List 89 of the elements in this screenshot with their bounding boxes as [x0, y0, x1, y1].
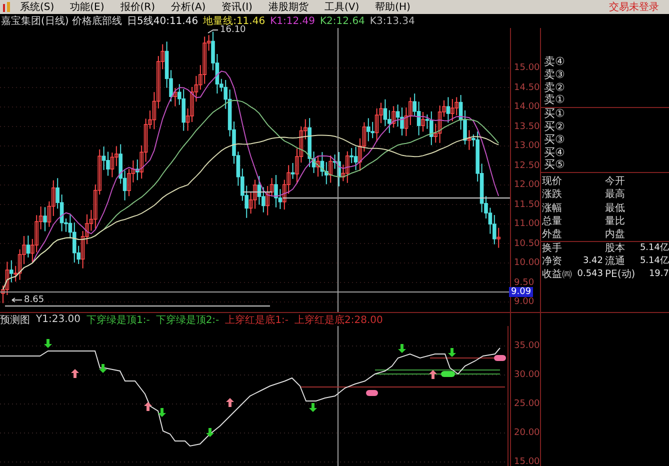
quote-label: 内盘	[604, 228, 626, 242]
down-arrow-icon	[309, 403, 317, 412]
axis-label: 13.00	[514, 141, 540, 151]
down-arrow-icon	[448, 348, 456, 357]
axis-label: 11.00	[514, 219, 540, 229]
quote-label: 换手	[542, 242, 563, 256]
up-arrow-icon	[226, 398, 234, 407]
menu-item[interactable]: 功能(E)	[70, 0, 104, 14]
menu-item[interactable]: 帮助(H)	[375, 0, 410, 14]
down-arrow-icon	[99, 364, 107, 373]
menu-item[interactable]: 资讯(I)	[222, 0, 252, 14]
indicator-value: Y1:23.00	[36, 314, 80, 325]
buy-level-label: 买②	[543, 120, 566, 134]
quote-label: 外盘	[542, 228, 563, 242]
down-arrow-icon	[206, 428, 214, 437]
indicator-value: 日5线40:11.46	[126, 14, 198, 28]
axis-label: 12.00	[514, 180, 540, 190]
menu-item[interactable]: 系统(S)	[20, 0, 54, 14]
indicator-value: K3:13.34	[370, 16, 415, 26]
quote-label: 最低	[604, 202, 626, 215]
quote-label: 量比	[604, 214, 626, 228]
quote-label: 股本	[604, 242, 626, 256]
quote-label: 最高	[604, 188, 626, 202]
sell-level-label: 卖④	[543, 56, 566, 69]
axis-label: 15.00	[514, 457, 540, 466]
down-arrow-icon	[158, 408, 166, 417]
down-arrow-icon	[44, 339, 52, 348]
axis-label: 9.00	[514, 297, 534, 307]
menu-item[interactable]: 工具(V)	[324, 0, 360, 14]
quote-label: 现价	[542, 175, 563, 188]
up-arrow-icon	[429, 370, 437, 379]
quote-value: 5.14亿	[638, 242, 669, 256]
axis-label: 25.00	[514, 399, 540, 409]
quote-label: 流通	[604, 255, 626, 268]
quote-label: 涨幅	[542, 202, 563, 215]
indicator-value: 下穿绿是顶1:-	[86, 314, 150, 326]
axis-label: 35.00	[514, 341, 540, 351]
quote-label: 总量	[542, 214, 563, 228]
indicator-value: K1:12.49	[270, 16, 315, 26]
sell-level-label: 卖③	[543, 68, 566, 82]
quote-label: PE(动)	[604, 268, 636, 282]
menu-item[interactable]: 分析(A)	[171, 0, 206, 14]
indicator-value: 下穿绿是顶2:-	[156, 314, 220, 326]
high-price-label: 16.10	[220, 25, 246, 35]
axis-label: 13.50	[514, 122, 540, 132]
down-arrow-icon	[398, 344, 406, 353]
indicator-value: 上穿红是底1:-	[225, 314, 288, 326]
indicator-value: K2:12.64	[320, 16, 365, 26]
up-arrow-icon	[71, 369, 79, 378]
indicator-title: 预测图	[0, 314, 30, 326]
buy-level-label: 买③	[543, 134, 566, 147]
arrow-icon	[12, 298, 22, 302]
quote-label: 收益㈣	[542, 268, 573, 282]
quote-value: 19.7	[648, 268, 669, 282]
axis-label: 10.00	[514, 258, 540, 268]
menu-item[interactable]: 报价(R)	[120, 0, 156, 14]
quote-value: 3.42	[582, 255, 603, 268]
axis-label: 14.50	[514, 82, 540, 92]
quote-value: 5.14亿	[638, 255, 669, 268]
axis-label: 12.50	[514, 160, 540, 170]
login-status[interactable]: 交易未登录	[609, 0, 659, 14]
axis-label: 11.50	[514, 200, 540, 210]
axis-label: 30.00	[514, 370, 540, 380]
cursor-price-label: 9.09	[509, 287, 534, 297]
pill-marker	[441, 371, 455, 377]
buy-level-label: 买⑤	[541, 159, 669, 174]
quote-value: 0.543	[576, 268, 603, 282]
menu-item[interactable]: 港股期货	[268, 0, 308, 14]
app-logo-icon	[2, 1, 12, 13]
axis-label: 9.50	[514, 278, 534, 288]
axis-label: 20.00	[514, 428, 540, 438]
indicator-value: 嘉宝集团(日线) 价格底部线	[1, 14, 122, 28]
sell-level-label: 卖①	[541, 94, 669, 108]
indicator-value: 地量线:11.46	[203, 14, 266, 27]
buy-level-label: 买④	[543, 146, 566, 159]
quote-label: 今开	[604, 175, 626, 188]
sell-level-label: 卖②	[543, 82, 566, 94]
buy-level-label: 买①	[543, 108, 566, 121]
quote-label: 涨跌	[542, 188, 563, 202]
up-arrow-icon	[144, 402, 152, 411]
indicator-value: 上穿红是底2:28.00	[294, 314, 383, 326]
pill-marker	[366, 390, 378, 396]
axis-label: 10.50	[514, 238, 540, 248]
leader-line	[208, 30, 218, 34]
axis-label: 15.00	[514, 63, 540, 73]
quote-label: 净资	[542, 255, 563, 268]
low-price-label: 8.65	[24, 295, 44, 305]
pill-marker	[494, 355, 506, 361]
axis-label: 14.00	[514, 102, 540, 112]
